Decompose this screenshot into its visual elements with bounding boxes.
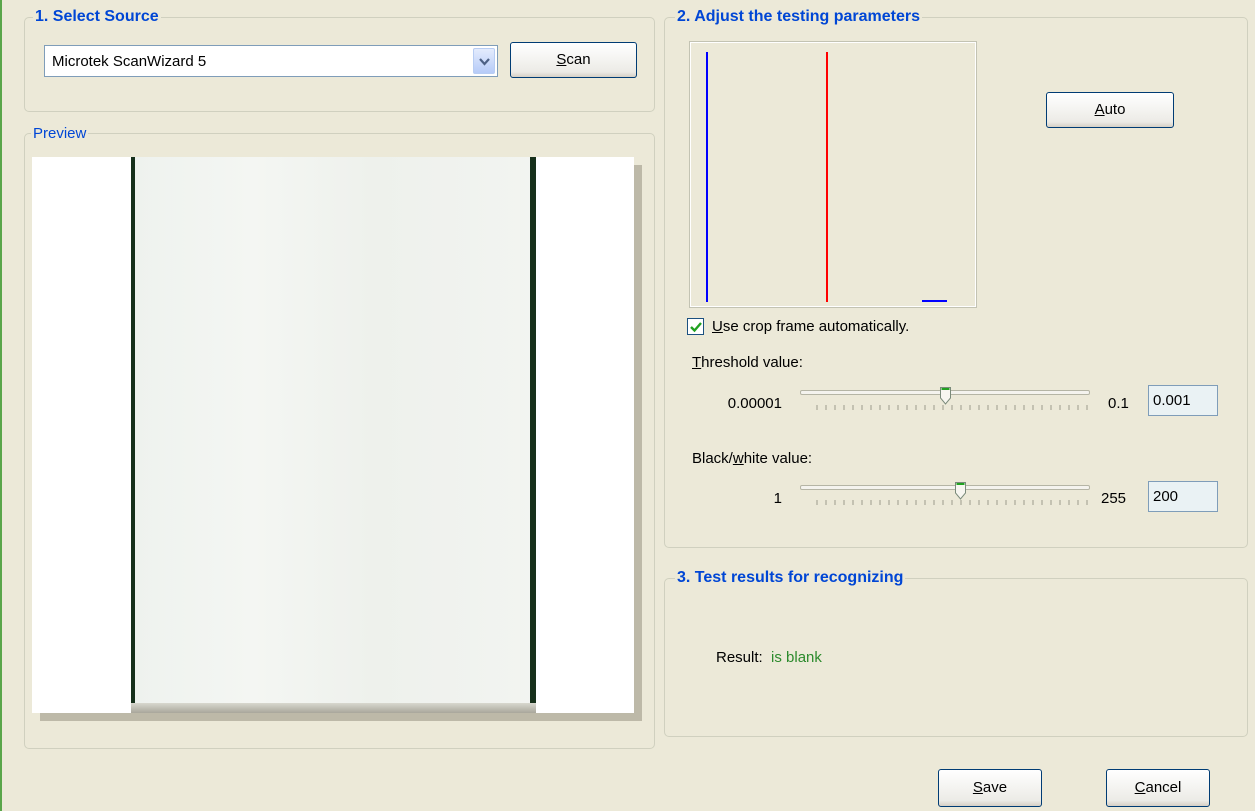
- bw-slider-ticks: [816, 500, 1088, 505]
- test-results-title: 3. Test results for recognizing: [677, 569, 904, 586]
- scan-button[interactable]: Scan: [510, 42, 637, 78]
- save-label-accel: S: [972, 779, 983, 796]
- preview-area: [32, 157, 642, 721]
- bw-label-accel: w: [732, 450, 744, 467]
- threshold-slider-thumb[interactable]: [940, 387, 951, 405]
- checkmark-icon: [690, 322, 702, 333]
- auto-label-accel: A: [1094, 101, 1105, 118]
- bw-slider-thumb[interactable]: [954, 482, 966, 500]
- scanned-page: [131, 157, 536, 713]
- threshold-slider-ticks: [816, 405, 1088, 410]
- histogram-chart: [689, 41, 977, 308]
- bw-label: Black/white value:: [692, 450, 812, 467]
- threshold-label-rest: hreshold value:: [701, 354, 803, 371]
- bw-slider-track: [800, 485, 1090, 490]
- bw-value-field[interactable]: 200: [1148, 481, 1218, 512]
- auto-label-rest: uto: [1104, 101, 1126, 118]
- scanned-page-preview: [32, 157, 634, 713]
- bw-label-rest: hite value:: [743, 450, 813, 467]
- use-crop-checkbox[interactable]: [687, 318, 704, 335]
- auto-button[interactable]: Auto: [1046, 92, 1174, 128]
- dropdown-arrow-button[interactable]: [473, 48, 495, 74]
- window-edge: [0, 0, 2, 811]
- select-source-title: 1. Select Source: [35, 8, 159, 25]
- scan-label-accel: S: [556, 51, 567, 68]
- save-label-rest: ave: [982, 779, 1008, 796]
- use-crop-label[interactable]: Use crop frame automatically.: [712, 318, 909, 335]
- threshold-min-label: 0.00001: [727, 395, 782, 412]
- threshold-slider[interactable]: [800, 387, 1092, 417]
- threshold-label: Threshold value:: [692, 354, 803, 371]
- threshold-label-accel: T: [692, 354, 702, 371]
- cancel-label-accel: C: [1134, 779, 1146, 796]
- cancel-label-rest: ancel: [1145, 779, 1182, 796]
- chevron-down-icon: [479, 58, 490, 66]
- use-crop-label-rest: se crop frame automatically.: [722, 318, 910, 335]
- result-label: Result:: [716, 649, 763, 666]
- save-button[interactable]: Save: [938, 769, 1042, 807]
- histogram-svg: [706, 52, 947, 302]
- bw-slider[interactable]: [800, 482, 1092, 512]
- page-left-edge: [131, 157, 135, 713]
- scan-label-rest: can: [566, 51, 591, 68]
- source-device-value: Microtek ScanWizard 5: [52, 53, 207, 70]
- threshold-max-label: 0.1: [1108, 395, 1129, 412]
- use-crop-label-accel: U: [712, 318, 723, 335]
- bw-min-label: 1: [773, 490, 782, 507]
- result-value: is blank: [771, 649, 822, 666]
- bw-max-label: 255: [1101, 490, 1127, 507]
- threshold-value-field[interactable]: 0.001: [1148, 385, 1218, 416]
- preview-title: Preview: [33, 125, 87, 142]
- adjust-parameters-title: 2. Adjust the testing parameters: [677, 8, 921, 25]
- source-device-select[interactable]: Microtek ScanWizard 5: [44, 45, 498, 77]
- result-row: Result: is blank: [716, 649, 822, 666]
- page-bottom-edge: [131, 703, 536, 713]
- cancel-button[interactable]: Cancel: [1106, 769, 1210, 807]
- page-right-edge: [530, 157, 536, 713]
- bw-label-pre: Black/: [692, 450, 733, 467]
